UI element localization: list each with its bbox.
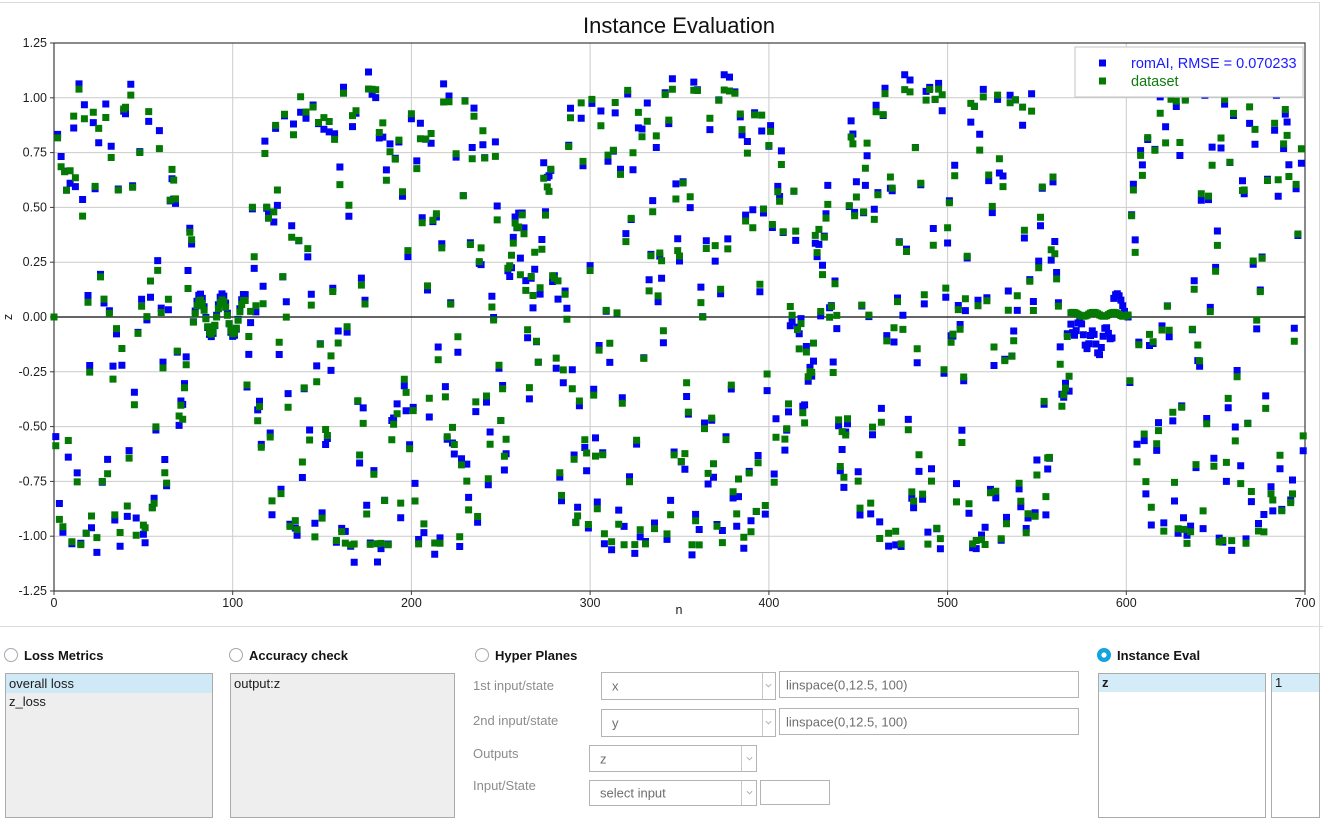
- svg-text:0.50: 0.50: [23, 200, 47, 214]
- svg-text:-0.75: -0.75: [19, 474, 48, 488]
- svg-text:0.25: 0.25: [23, 255, 47, 269]
- svg-text:dataset: dataset: [1131, 74, 1179, 90]
- svg-text:1.25: 1.25: [23, 36, 47, 50]
- svg-text:Instance Evaluation: Instance Evaluation: [583, 13, 775, 38]
- svg-text:300: 300: [580, 596, 601, 610]
- svg-text:0: 0: [51, 596, 58, 610]
- svg-text:n: n: [676, 603, 683, 617]
- svg-text:0.00: 0.00: [23, 310, 47, 324]
- svg-text:-1.25: -1.25: [19, 584, 48, 598]
- svg-text:romAI, RMSE = 0.070233: romAI, RMSE = 0.070233: [1131, 56, 1297, 72]
- svg-text:600: 600: [1116, 596, 1137, 610]
- svg-text:1.00: 1.00: [23, 91, 47, 105]
- svg-text:-0.50: -0.50: [19, 420, 48, 434]
- svg-text:700: 700: [1295, 596, 1316, 610]
- svg-text:z: z: [1, 314, 15, 320]
- svg-text:400: 400: [758, 596, 779, 610]
- svg-text:-0.25: -0.25: [19, 365, 48, 379]
- svg-text:100: 100: [222, 596, 243, 610]
- svg-text:-1.00: -1.00: [19, 529, 48, 543]
- svg-text:500: 500: [937, 596, 958, 610]
- svg-text:0.75: 0.75: [23, 146, 47, 160]
- svg-text:200: 200: [401, 596, 422, 610]
